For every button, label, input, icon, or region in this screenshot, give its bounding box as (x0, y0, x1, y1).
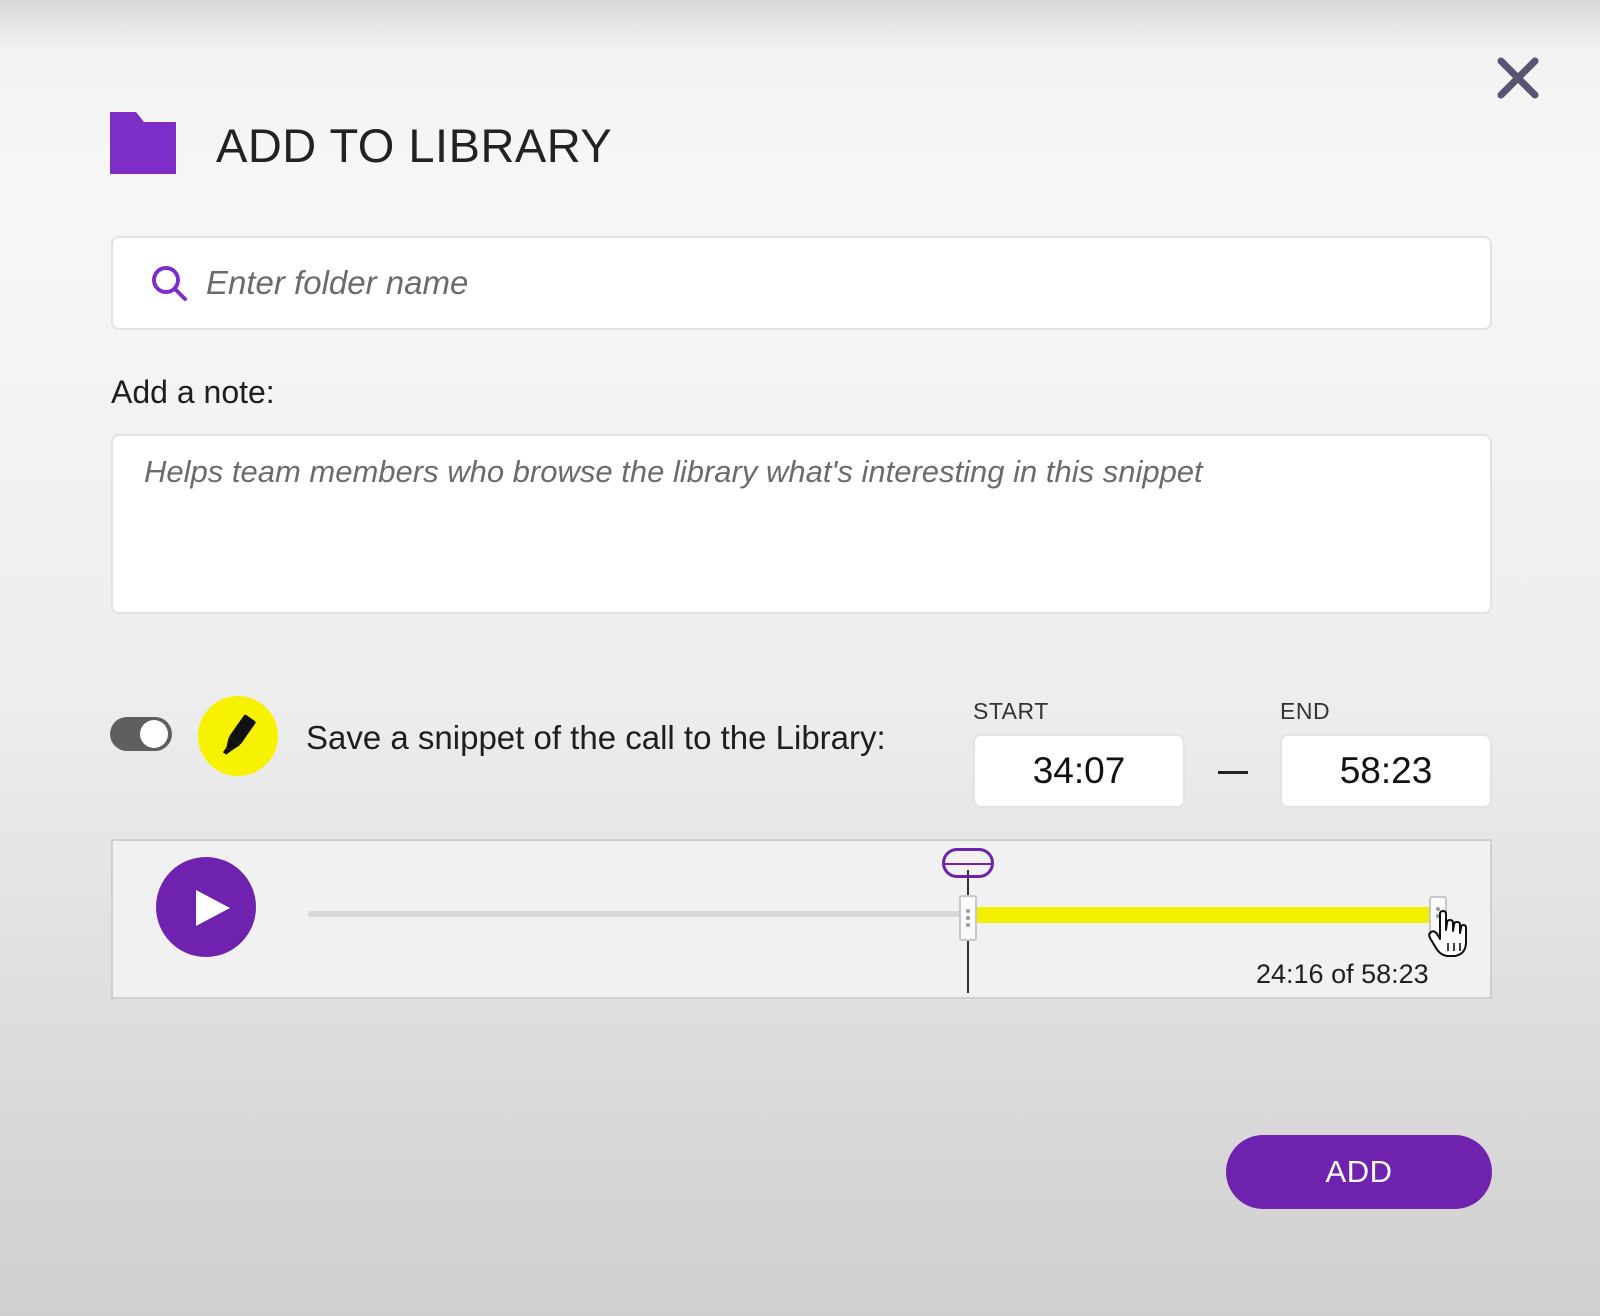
toggle-knob (140, 720, 168, 748)
close-icon (1497, 57, 1539, 99)
playhead-knob[interactable] (941, 848, 994, 878)
dialog-title: ADD TO LIBRARY (216, 119, 613, 172)
close-button[interactable] (1494, 54, 1542, 102)
range-start-handle[interactable] (958, 895, 977, 941)
note-label: Add a note: (111, 374, 275, 410)
highlighter-icon (222, 714, 256, 755)
note-textarea[interactable] (144, 452, 1464, 592)
search-icon (152, 266, 187, 301)
end-label: END (1280, 698, 1331, 724)
grip-dot (965, 909, 970, 913)
folder-name-input[interactable] (206, 254, 1446, 312)
start-time-input[interactable] (973, 734, 1185, 808)
time-readout: 24:16 of 58:23 (1256, 959, 1429, 989)
snippet-range-fill (967, 907, 1438, 923)
grip-dot (965, 916, 970, 920)
range-dash (1218, 771, 1248, 774)
highlighter-badge (198, 696, 278, 776)
play-icon (196, 890, 230, 926)
grip-dot (965, 923, 970, 927)
hand-cursor-icon (1428, 910, 1467, 957)
start-label: START (973, 698, 1049, 724)
add-button[interactable]: ADD (1226, 1135, 1492, 1209)
end-time-input[interactable] (1280, 734, 1492, 808)
snippet-label: Save a snippet of the call to the Librar… (306, 719, 886, 756)
folder-icon (110, 112, 176, 174)
